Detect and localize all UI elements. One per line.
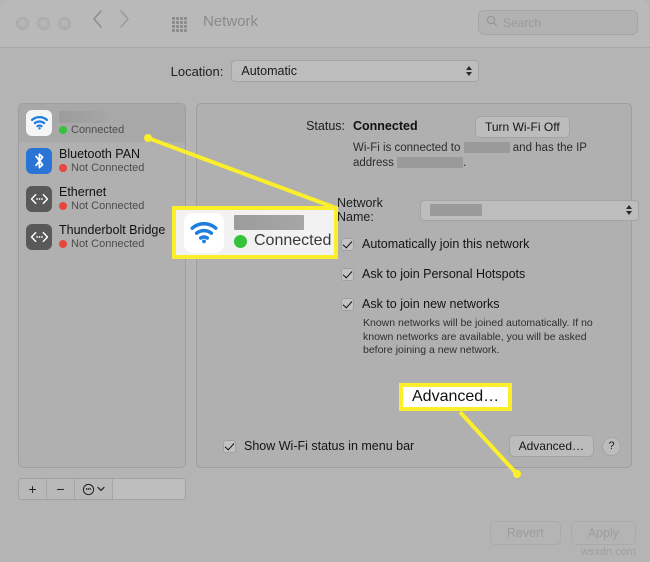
search-placeholder: Search — [503, 15, 542, 30]
network-preferences-window: Network Search Location: Automatic Conne… — [0, 0, 650, 562]
sidebar-item-thunderbolt-bridge[interactable]: Thunderbolt Bridge Not Connected — [19, 218, 185, 256]
gear-icon — [82, 483, 95, 495]
location-row: Location: Automatic — [0, 60, 650, 82]
sidebar-item-name: Thunderbolt Bridge — [59, 223, 166, 237]
zoom-button[interactable] — [58, 17, 71, 30]
checkbox-personal-hotspots-label: Ask to join Personal Hotspots — [362, 267, 526, 281]
checkbox-auto-join-label: Automatically join this network — [362, 237, 530, 251]
network-services-sidebar[interactable]: Connected Bluetooth PAN Not Connected Et… — [18, 103, 186, 468]
checkbox-new-networks-row[interactable]: Ask to join new networks — [341, 297, 631, 311]
action-menu-button[interactable] — [75, 479, 113, 499]
revert-button[interactable]: Revert — [489, 521, 561, 545]
location-label: Location: — [170, 63, 224, 79]
redacted-ssid — [463, 142, 510, 154]
window-footer-buttons: Revert Apply — [489, 521, 636, 545]
watermark: wsxdn.com — [580, 546, 636, 558]
chevron-updown-icon — [466, 66, 473, 76]
bluetooth-icon — [26, 148, 52, 174]
status-dot-icon — [59, 164, 67, 172]
sidebar-item-text: Bluetooth PAN Not Connected — [59, 147, 144, 175]
chevron-updown-icon — [625, 205, 632, 215]
apply-button[interactable]: Apply — [570, 521, 636, 545]
location-dropdown[interactable]: Automatic — [231, 60, 480, 82]
annotation-connected-status: Connected — [234, 232, 331, 250]
remove-service-button[interactable]: − — [47, 479, 75, 499]
status-label: Status: — [306, 119, 345, 133]
sidebar-footer-toolbar: + − — [18, 478, 186, 500]
sidebar-item-name-redacted — [59, 109, 124, 123]
network-name-label: Network Name: — [337, 196, 383, 224]
redacted-network-name — [234, 215, 304, 230]
sidebar-footer-filler — [113, 479, 185, 499]
sidebar-item-text: Connected — [59, 109, 124, 137]
sidebar-item-status: Connected — [59, 123, 124, 137]
location-value: Automatic — [241, 64, 297, 78]
checkbox-new-networks[interactable] — [341, 298, 354, 311]
sidebar-item-status: Not Connected — [59, 237, 165, 251]
checkbox-personal-hotspots-row[interactable]: Ask to join Personal Hotspots — [341, 267, 631, 281]
wifi-options-group: Automatically join this network Ask to j… — [341, 237, 631, 372]
redacted-network-name — [59, 110, 107, 123]
status-dot-icon — [59, 202, 67, 210]
new-networks-help-text: Known networks will be joined automatica… — [363, 317, 593, 356]
sidebar-item-wifi[interactable]: Connected — [19, 104, 185, 142]
status-dot-icon — [59, 126, 67, 134]
page-title: Network — [203, 13, 259, 30]
ethernet-icon — [26, 186, 52, 212]
status-dot-icon — [59, 240, 67, 248]
chevron-down-icon — [97, 486, 105, 491]
wifi-icon — [26, 110, 52, 136]
checkbox-show-wifi-status[interactable] — [223, 440, 236, 453]
back-icon[interactable] — [92, 10, 103, 28]
search-icon — [486, 14, 498, 32]
status-row: Status: Connected Turn Wi-Fi Off — [197, 116, 633, 138]
forward-icon[interactable] — [119, 10, 130, 28]
turn-wifi-off-button[interactable]: Turn Wi-Fi Off — [475, 116, 570, 138]
checkbox-auto-join-row[interactable]: Automatically join this network — [341, 237, 631, 251]
traffic-lights — [16, 17, 71, 30]
help-button[interactable]: ? — [602, 436, 621, 456]
sidebar-item-ethernet[interactable]: Ethernet Not Connected — [19, 180, 185, 218]
checkbox-auto-join[interactable] — [341, 238, 354, 251]
window-toolbar: Network Search — [0, 0, 650, 48]
sidebar-item-status: Not Connected — [59, 161, 144, 175]
checkbox-new-networks-label: Ask to join new networks — [362, 297, 500, 311]
close-button[interactable] — [16, 17, 29, 30]
show-all-icon[interactable] — [172, 17, 187, 32]
sidebar-item-text: Ethernet Not Connected — [59, 185, 144, 213]
annotation-advanced-callout: Advanced… — [399, 383, 513, 411]
checkbox-show-wifi-status-label: Show Wi-Fi status in menu bar — [244, 439, 415, 453]
add-service-button[interactable]: + — [19, 479, 47, 499]
annotation-wifi-callout: Connected — [172, 206, 338, 259]
redacted-network-value — [429, 204, 482, 216]
sidebar-item-text: Thunderbolt Bridge Not Connected — [59, 223, 165, 251]
sidebar-item-bluetooth-pan[interactable]: Bluetooth PAN Not Connected — [19, 142, 185, 180]
pane-bottom-row: Show Wi-Fi status in menu bar Advanced… … — [223, 435, 621, 457]
search-input[interactable]: Search — [478, 10, 638, 35]
network-name-dropdown[interactable] — [419, 199, 639, 221]
status-value: Connected — [353, 119, 418, 133]
navigation-buttons — [92, 10, 130, 28]
minimize-button[interactable] — [37, 17, 50, 30]
sidebar-item-status: Not Connected — [59, 199, 144, 213]
wifi-settings-pane: Status: Connected Turn Wi-Fi Off Wi-Fi i… — [196, 103, 639, 468]
annotation-wifi-text: Connected — [234, 215, 331, 250]
sidebar-item-name: Bluetooth PAN — [59, 147, 141, 161]
sidebar-item-name: Ethernet — [59, 185, 107, 199]
ethernet-icon — [26, 224, 52, 250]
wifi-icon — [184, 212, 224, 253]
redacted-ip-address — [397, 157, 464, 169]
network-name-row: Network Name: — [337, 196, 639, 224]
advanced-button[interactable]: Advanced… — [508, 435, 594, 457]
status-dot-icon — [234, 234, 247, 248]
checkbox-personal-hotspots[interactable] — [341, 268, 354, 281]
status-description: Wi-Fi is connected to and has the IP add… — [353, 142, 587, 169]
